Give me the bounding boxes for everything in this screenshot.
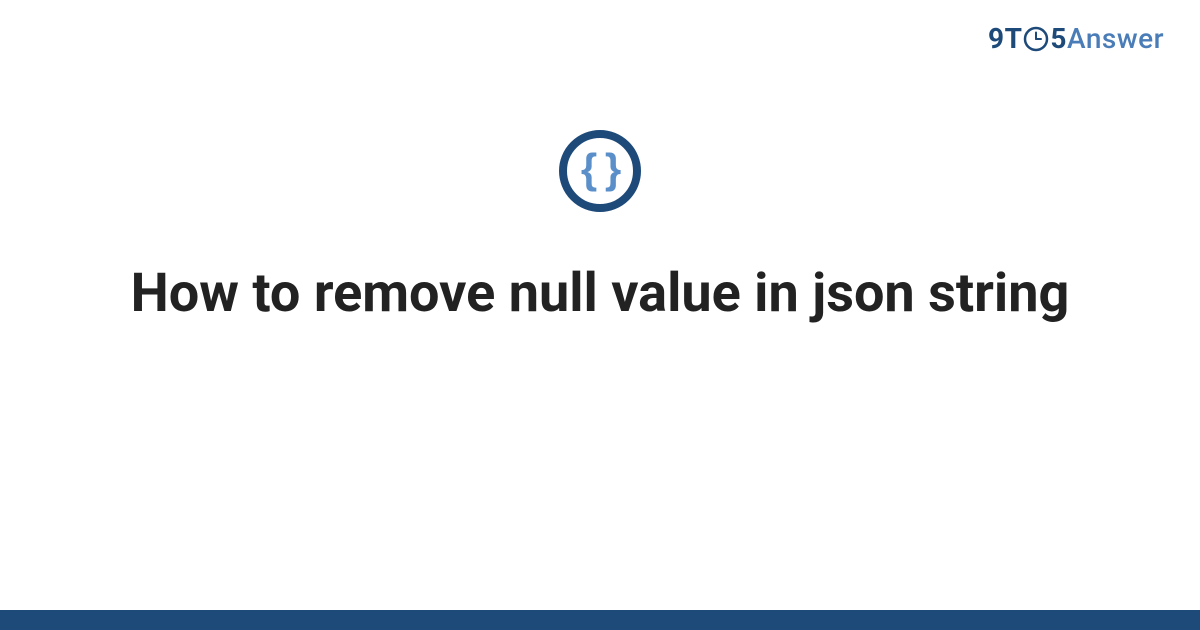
page-title: How to remove null value in json string bbox=[131, 260, 1070, 328]
clock-icon bbox=[1023, 26, 1049, 52]
logo-text-answer: Answer bbox=[1067, 22, 1164, 55]
category-icon-circle: { } bbox=[559, 130, 641, 212]
logo-text-5: 5 bbox=[1050, 22, 1067, 55]
logo-text-9t: 9T bbox=[988, 22, 1022, 55]
footer-accent-bar bbox=[0, 610, 1200, 630]
json-braces-icon: { } bbox=[581, 148, 619, 190]
site-logo: 9T 5 Answer bbox=[988, 22, 1164, 55]
main-content: { } How to remove null value in json str… bbox=[0, 130, 1200, 328]
